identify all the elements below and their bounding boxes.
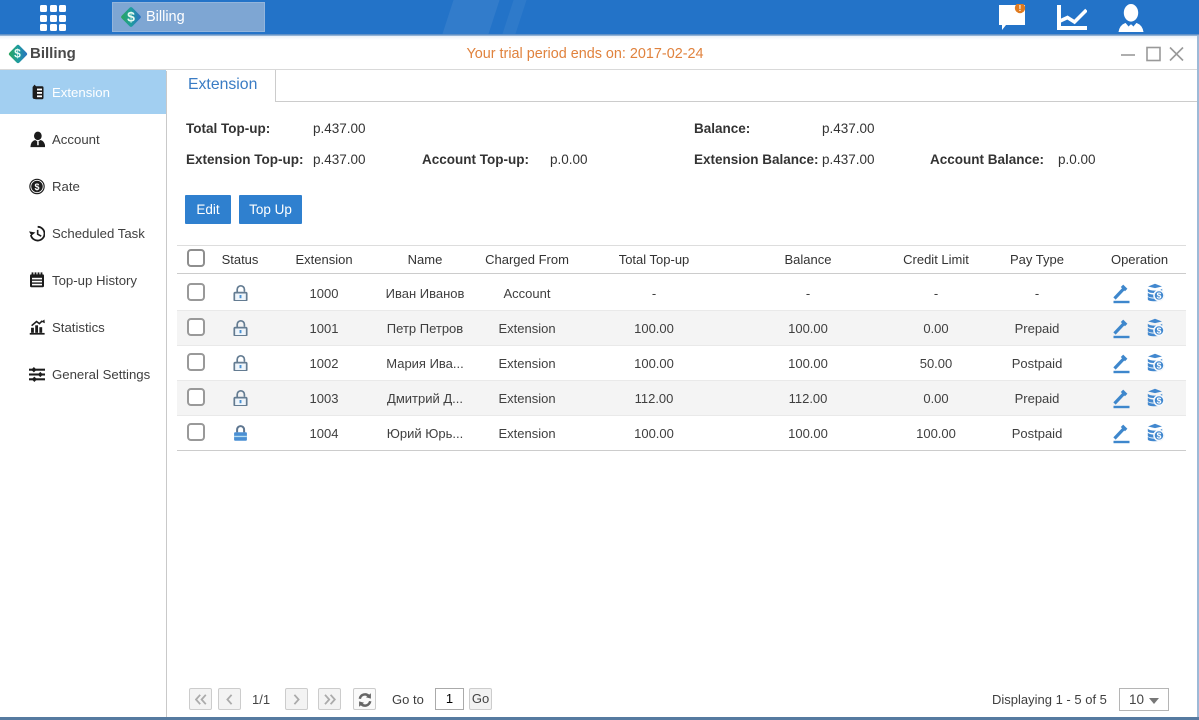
- svg-text:$: $: [1156, 431, 1161, 441]
- svg-text:$: $: [35, 181, 40, 191]
- svg-text:$: $: [1156, 326, 1161, 336]
- svg-text:!: !: [1019, 4, 1022, 13]
- svg-text:$: $: [1156, 291, 1161, 301]
- svg-text:$: $: [1156, 396, 1161, 406]
- svg-text:$: $: [1156, 361, 1161, 371]
